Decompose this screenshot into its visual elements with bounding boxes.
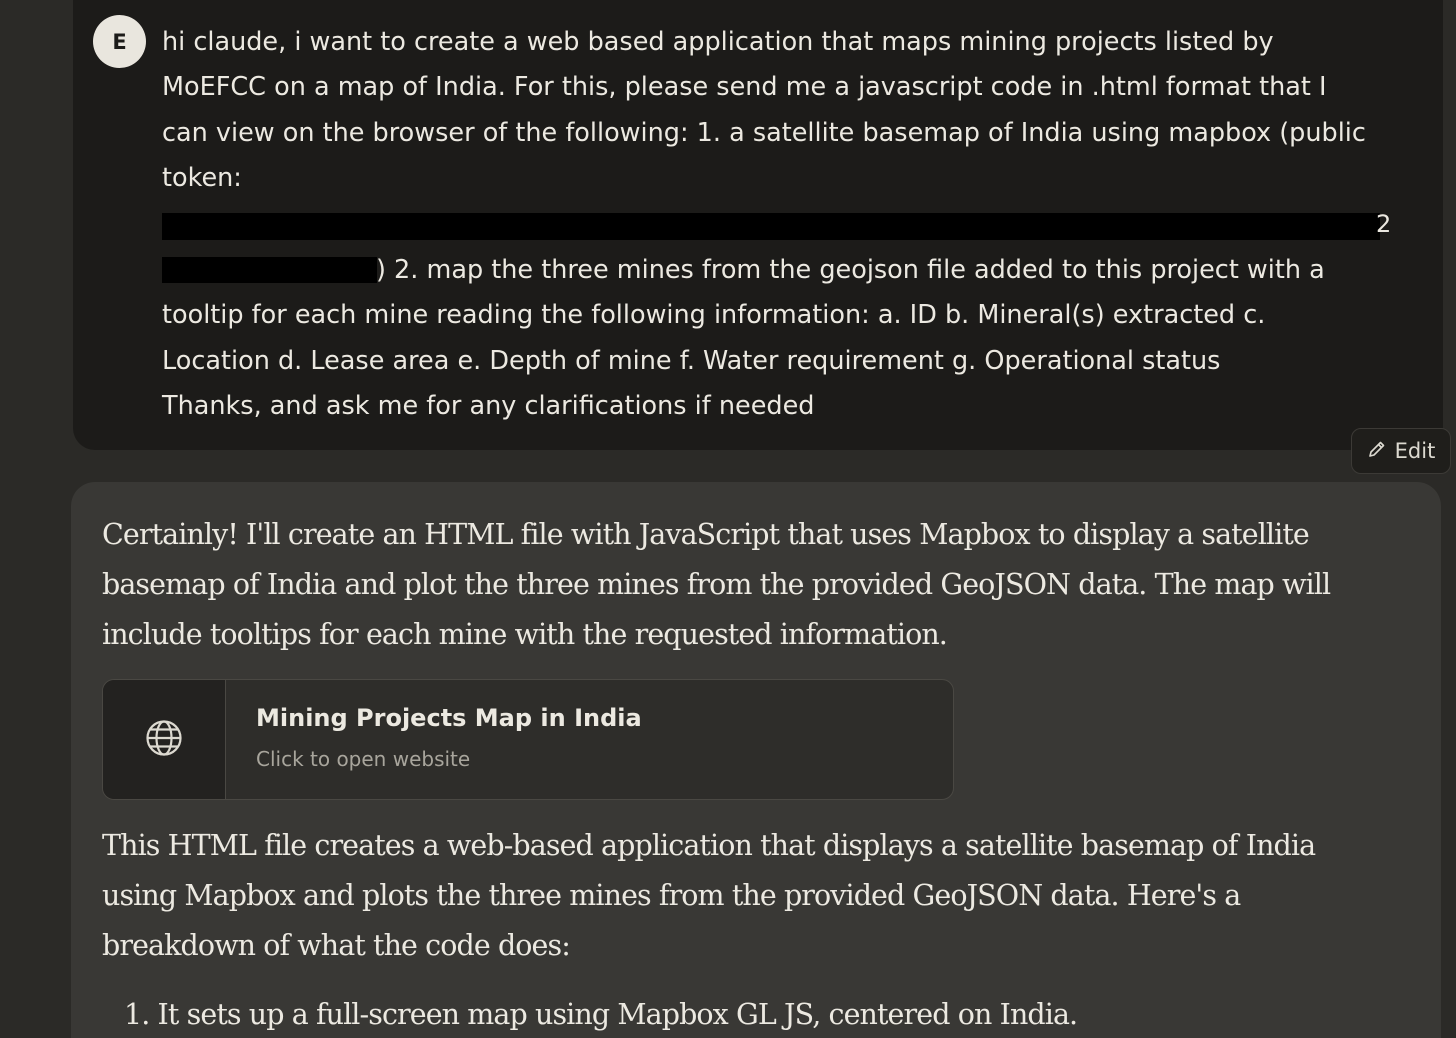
assistant-paragraph-line: This HTML file creates a web-based appli… (102, 829, 1316, 862)
user-message-line: can view on the browser of the following… (162, 118, 1366, 148)
assistant-paragraph-line: Certainly! I'll create an HTML file with… (102, 518, 1310, 551)
assistant-paragraph-line: using Mapbox and plots the three mines f… (102, 879, 1241, 912)
user-message-line: tooltip for each mine reading the follow… (162, 300, 1266, 330)
redaction-bar (162, 257, 377, 283)
user-message-line: token: (162, 163, 242, 193)
assistant-paragraph-line: include tooltips for each mine with the … (102, 618, 948, 651)
assistant-paragraph-line: basemap of India and plot the three mine… (102, 568, 1331, 601)
list-item: 1. It sets up a full-screen map using Ma… (124, 998, 1078, 1031)
globe-icon (144, 718, 184, 762)
user-message-line: Location d. Lease area e. Depth of mine … (162, 346, 1221, 376)
user-message-line: MoEFCC on a map of India. For this, plea… (162, 72, 1327, 102)
user-message-line: Thanks, and ask me for any clarification… (162, 391, 815, 421)
edit-button-label: Edit (1394, 439, 1436, 463)
edit-button[interactable]: Edit (1351, 428, 1451, 474)
user-message-line-text: ) 2. map the three mines from the geojso… (376, 255, 1325, 285)
artifact-card[interactable]: Mining Projects Map in India Click to op… (102, 679, 954, 800)
pencil-icon (1367, 439, 1387, 464)
user-avatar: E (93, 15, 146, 68)
assistant-paragraph-line: breakdown of what the code does: (102, 929, 571, 962)
artifact-title: Mining Projects Map in India (256, 704, 642, 732)
artifact-subtitle: Click to open website (256, 747, 471, 771)
user-message-line: hi claude, i want to create a web based … (162, 27, 1274, 57)
redaction-bar (162, 213, 1380, 240)
redaction-remnant: 2 (1376, 210, 1392, 238)
artifact-icon-box (103, 680, 226, 799)
chat-page: E hi claude, i want to create a web base… (0, 0, 1456, 1038)
